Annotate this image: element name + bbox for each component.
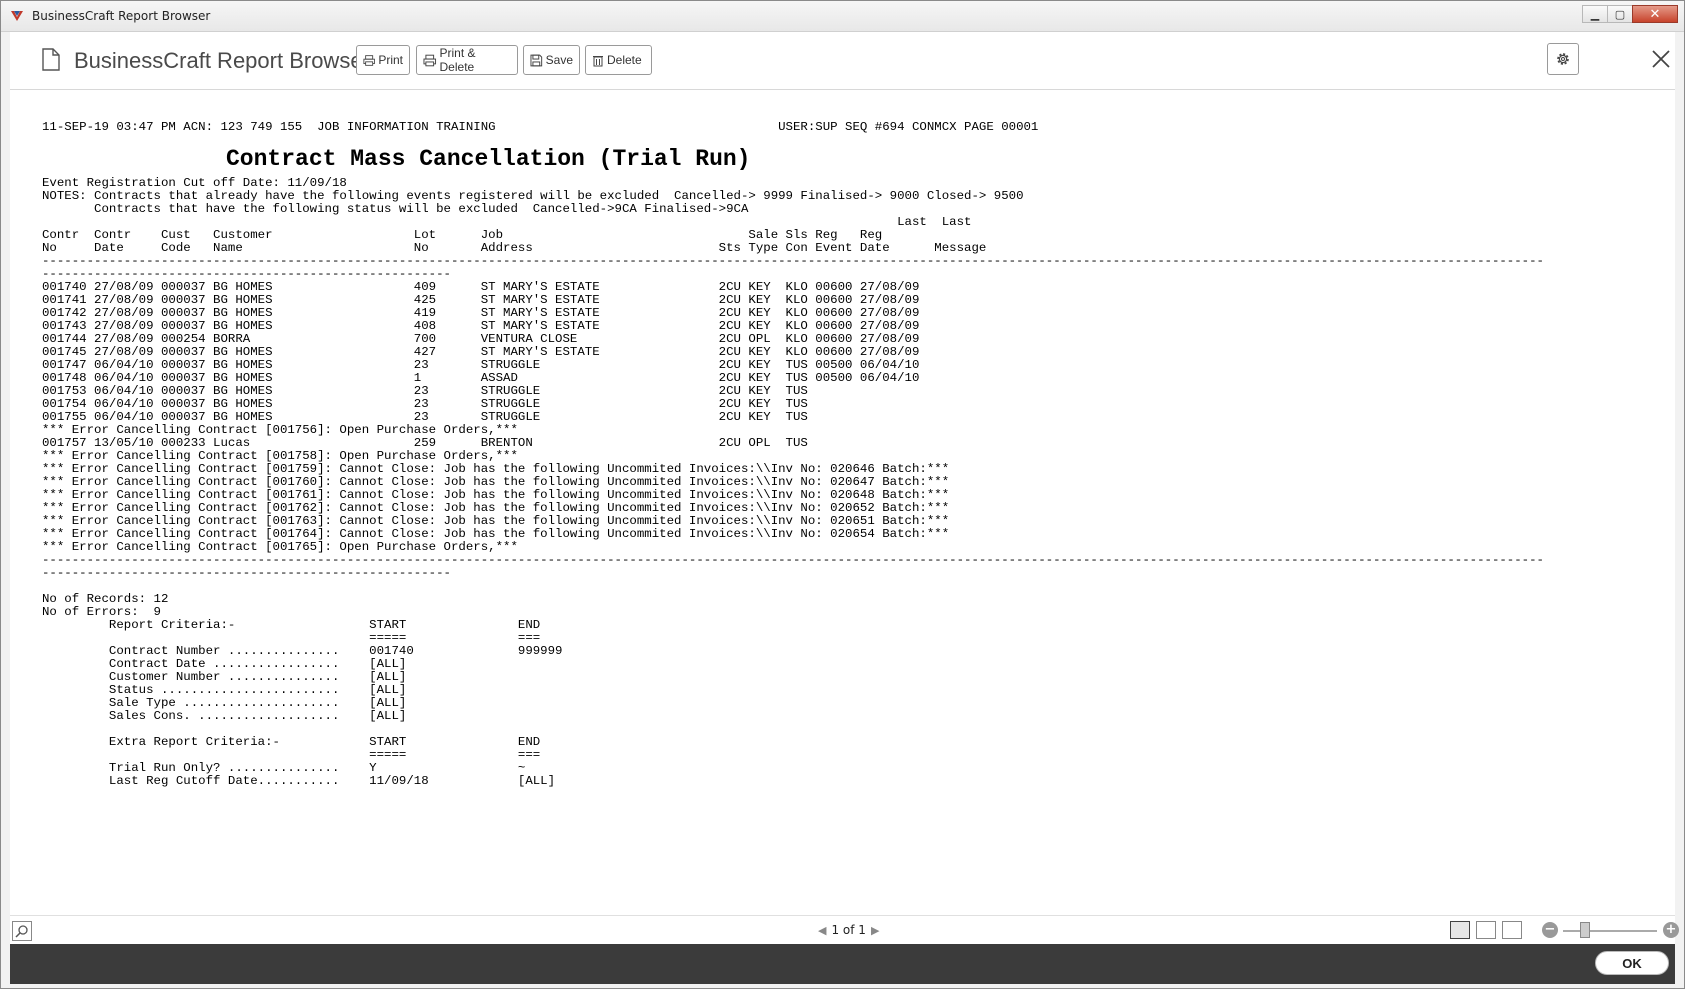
printer-icon xyxy=(363,54,375,66)
two-page-view-button[interactable] xyxy=(1476,921,1496,939)
document-icon xyxy=(42,48,60,71)
footer-bar: OK xyxy=(10,944,1675,984)
window-controls: ▁ ▢ ✕ xyxy=(1582,5,1678,23)
report-line: ----------------------------------------… xyxy=(42,566,451,580)
window-titlebar: BusinessCraft Report Browser ▁ ▢ ✕ xyxy=(1,1,1684,32)
page-navigator: ◀ 1 of 1 ▶ xyxy=(813,923,884,937)
delete-button[interactable]: Delete xyxy=(585,45,652,75)
print-delete-label: Print & Delete xyxy=(439,46,476,74)
trash-icon xyxy=(593,55,603,66)
app-title: BusinessCraft Report Browser xyxy=(74,48,370,73)
report-title: Contract Mass Cancellation (Trial Run) xyxy=(226,146,751,172)
prev-page-button[interactable]: ◀ xyxy=(818,924,826,937)
status-bar: ◀ 1 of 1 ▶ − + xyxy=(10,915,1679,945)
maximize-button[interactable]: ▢ xyxy=(1607,5,1633,23)
report-browser-window: BusinessCraft Report Browser ▁ ▢ ✕ Busin… xyxy=(0,0,1685,989)
zoom-slider-thumb[interactable] xyxy=(1580,922,1590,938)
zoom-in-button[interactable]: + xyxy=(1663,922,1679,938)
printer-icon xyxy=(423,54,437,66)
app-logo-icon xyxy=(11,11,23,21)
toolbar: BusinessCraft Report Browser Print Print… xyxy=(10,32,1675,90)
window-title: BusinessCraft Report Browser xyxy=(32,9,211,23)
close-icon xyxy=(1652,50,1670,68)
report-line: Sales Cons. ................... [ALL] xyxy=(42,709,407,723)
find-button[interactable] xyxy=(12,921,32,941)
print-delete-button[interactable]: Print & Delete xyxy=(416,45,518,75)
gear-icon xyxy=(1557,53,1569,65)
settings-button[interactable] xyxy=(1547,43,1579,75)
floppy-disk-icon xyxy=(530,54,543,66)
single-page-view-button[interactable] xyxy=(1450,921,1470,939)
next-page-button[interactable]: ▶ xyxy=(871,924,879,937)
print-label: Print xyxy=(378,53,403,67)
zoom-slider[interactable] xyxy=(1563,930,1657,932)
ok-button[interactable]: OK xyxy=(1595,951,1669,975)
report-page: Contract Mass Cancellation (Trial Run) 1… xyxy=(10,90,1675,915)
delete-label: Delete xyxy=(607,53,642,67)
window-close-button[interactable]: ✕ xyxy=(1632,5,1678,23)
zoom-out-button[interactable]: − xyxy=(1542,922,1558,938)
close-report-button[interactable] xyxy=(1647,45,1675,73)
search-icon xyxy=(15,925,28,938)
minimize-button[interactable]: ▁ xyxy=(1582,5,1608,23)
print-button[interactable]: Print xyxy=(356,45,410,75)
page-indicator: 1 of 1 xyxy=(831,923,866,937)
multi-page-view-button[interactable] xyxy=(1502,921,1522,939)
save-label: Save xyxy=(545,53,573,67)
save-button[interactable]: Save xyxy=(523,45,580,75)
report-line: 11-SEP-19 03:47 PM ACN: 123 749 155 JOB … xyxy=(42,120,1039,134)
report-line: Last Reg Cutoff Date........... 11/09/18… xyxy=(42,774,556,788)
